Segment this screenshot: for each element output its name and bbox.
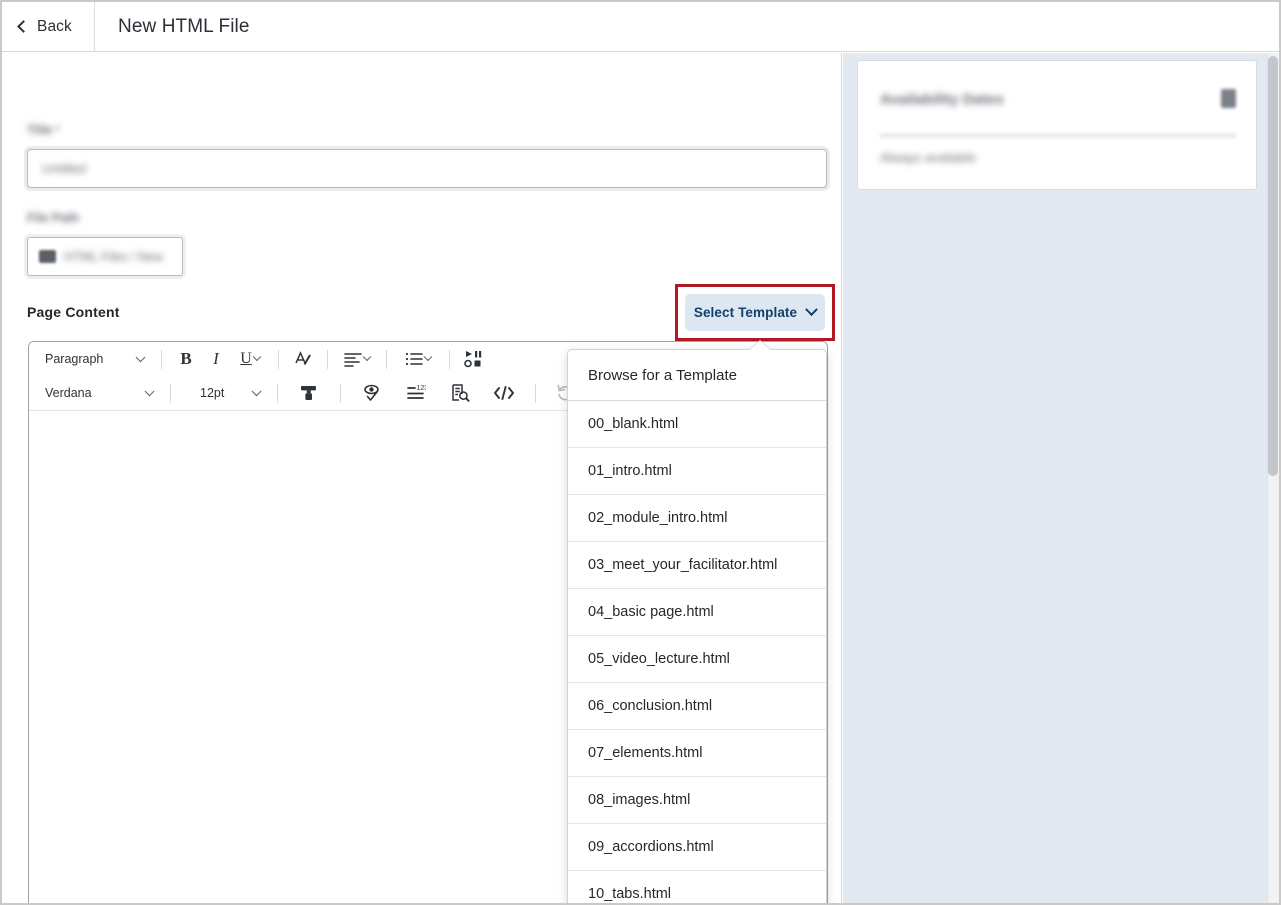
font-size-value: 12pt <box>200 386 225 400</box>
title-input-value: Untitled <box>42 161 87 176</box>
page-header: Back New HTML File <box>2 2 1279 52</box>
svg-text:123: 123 <box>417 385 427 392</box>
chevron-down-icon <box>805 303 819 317</box>
chevron-down-icon <box>362 352 372 362</box>
toolbar-divider <box>277 383 278 403</box>
bulleted-list-button[interactable] <box>396 345 440 373</box>
font-size-select[interactable]: 12pt <box>180 380 268 406</box>
path-field[interactable]: HTML Files / New <box>27 237 183 276</box>
template-menu-item[interactable]: 01_intro.html <box>568 448 826 495</box>
back-button[interactable]: Back <box>2 2 95 51</box>
toolbar-divider <box>170 383 171 403</box>
template-menu-item[interactable]: 00_blank.html <box>568 401 826 448</box>
calendar-icon[interactable] <box>1221 89 1236 108</box>
text-color-icon[interactable] <box>288 345 318 373</box>
template-menu-item[interactable]: 09_accordions.html <box>568 824 826 871</box>
right-sidebar: Availability Dates Always available <box>843 53 1279 903</box>
html-file-editor-page: Back New HTML File Title * Untitled File … <box>0 0 1281 905</box>
template-menu-item[interactable]: 10_tabs.html <box>568 871 826 903</box>
toolbar-divider <box>535 383 536 403</box>
page-title: New HTML File <box>118 15 250 37</box>
card-divider <box>880 133 1236 138</box>
accessibility-checker-icon[interactable] <box>350 379 394 407</box>
toolbar-divider <box>161 349 162 369</box>
bold-button[interactable]: B <box>171 345 201 373</box>
template-menu-item[interactable]: 03_meet_your_facilitator.html <box>568 542 826 589</box>
align-left-button[interactable] <box>337 345 377 373</box>
toolbar-divider <box>386 349 387 369</box>
chevron-down-icon <box>423 352 433 362</box>
select-template-label: Select Template <box>693 305 798 320</box>
template-menu-item[interactable]: 06_conclusion.html <box>568 683 826 730</box>
toolbar-divider <box>278 349 279 369</box>
preview-document-icon[interactable] <box>438 379 482 407</box>
paragraph-style-select[interactable]: Paragraph <box>39 346 152 372</box>
italic-button[interactable]: I <box>201 345 231 373</box>
paragraph-style-value: Paragraph <box>45 352 104 366</box>
template-menu-item[interactable]: 05_video_lecture.html <box>568 636 826 683</box>
path-field-label: File Path <box>27 211 80 225</box>
browse-for-template-item[interactable]: Browse for a Template <box>568 350 826 401</box>
template-dropdown-menu: Browse for a Template 00_blank.html 01_i… <box>567 349 827 903</box>
html-source-icon[interactable] <box>482 379 526 407</box>
chevron-down-icon <box>251 385 262 396</box>
select-template-button[interactable]: Select Template <box>685 294 825 331</box>
required-marker: * <box>55 123 61 137</box>
chevron-down-icon <box>135 351 146 362</box>
word-count-icon[interactable]: 123 <box>394 379 438 407</box>
chevron-down-icon <box>252 352 262 362</box>
availability-dates-card: Availability Dates Always available <box>857 60 1257 190</box>
template-menu-item[interactable]: 04_basic page.html <box>568 589 826 636</box>
chevron-left-icon <box>17 20 30 33</box>
template-menu-item[interactable]: 07_elements.html <box>568 730 826 777</box>
toolbar-divider <box>340 383 341 403</box>
main-left-pane: Title * Untitled File Path HTML Files / N… <box>4 53 842 903</box>
template-menu-item[interactable]: 02_module_intro.html <box>568 495 826 542</box>
back-button-label: Back <box>37 17 72 35</box>
path-field-value: HTML Files / New <box>64 249 163 264</box>
toolbar-divider <box>327 349 328 369</box>
title-field-label: Title * <box>27 123 61 137</box>
format-painter-icon[interactable] <box>287 379 331 407</box>
availability-dates-subtitle: Always available <box>880 150 977 165</box>
font-family-value: Verdana <box>45 386 92 400</box>
page-content-label: Page Content <box>27 304 120 320</box>
underline-button[interactable]: U <box>231 345 269 373</box>
title-input[interactable]: Untitled <box>27 149 827 188</box>
template-menu-item[interactable]: 08_images.html <box>568 777 826 824</box>
chevron-down-icon <box>144 385 155 396</box>
font-family-select[interactable]: Verdana <box>39 380 161 406</box>
underline-label: U <box>240 350 252 367</box>
insert-media-icon[interactable] <box>459 345 489 373</box>
availability-dates-title: Availability Dates <box>880 91 1004 108</box>
folder-icon <box>39 250 56 263</box>
vertical-scrollbar-thumb[interactable] <box>1268 56 1278 476</box>
toolbar-divider <box>449 349 450 369</box>
dropdown-caret <box>748 341 772 351</box>
